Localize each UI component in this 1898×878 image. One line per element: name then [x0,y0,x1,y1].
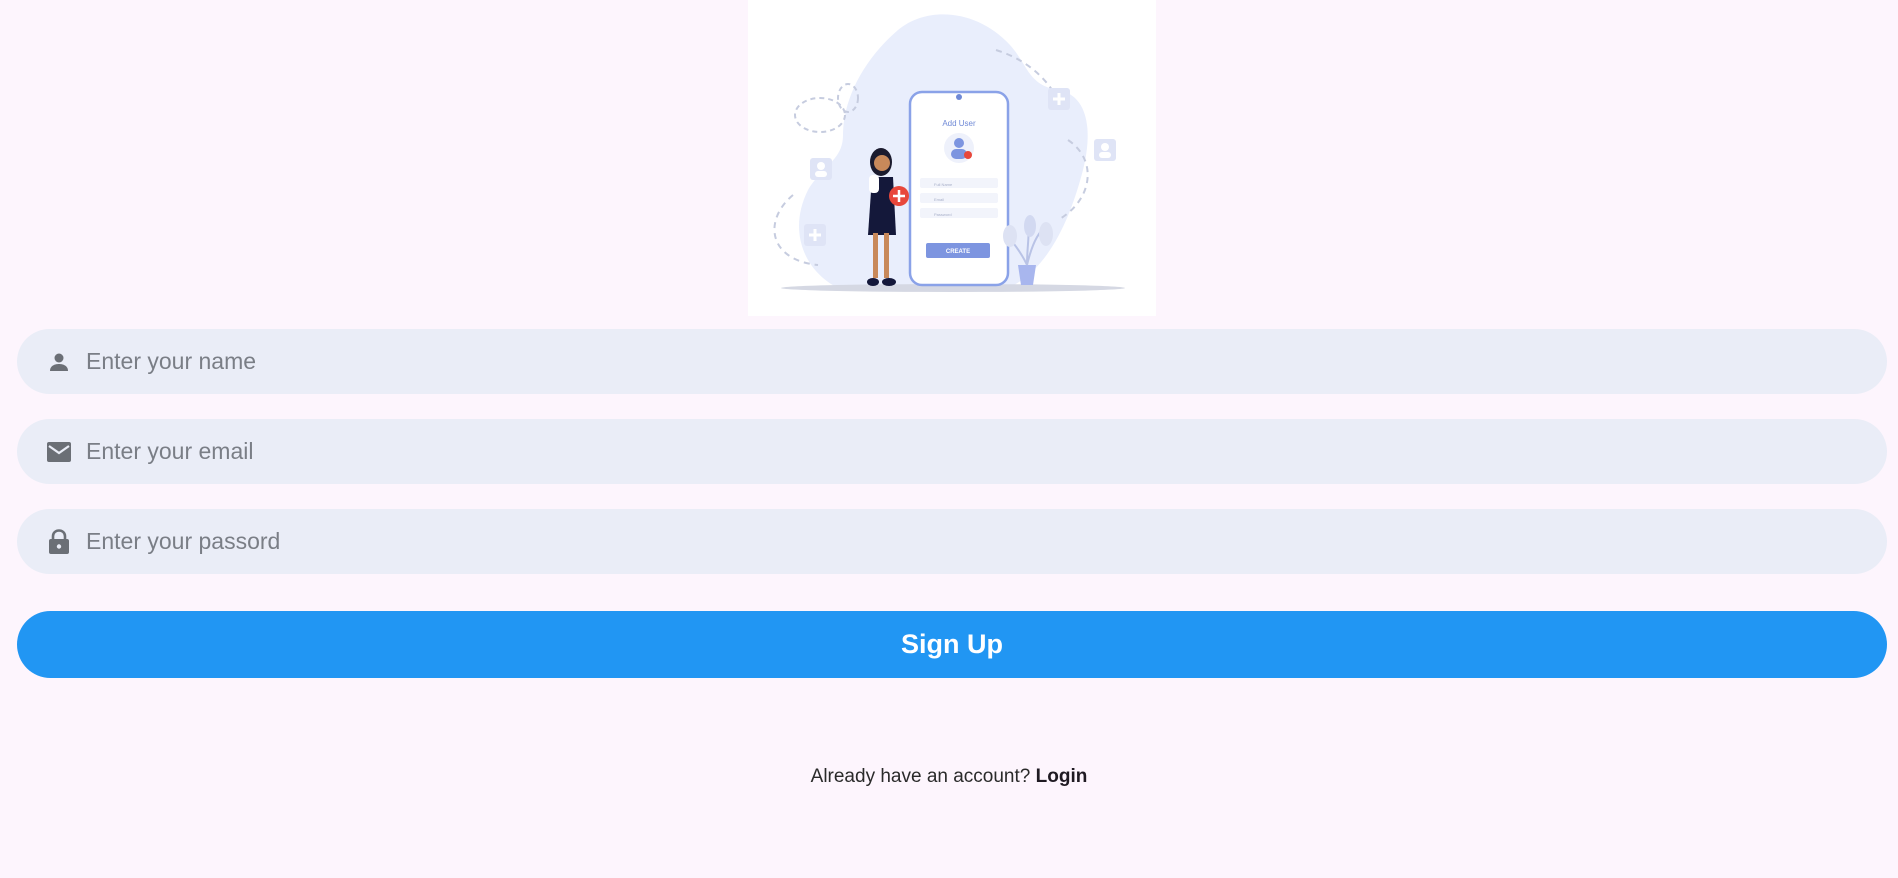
login-prompt: Already have an account? Login [0,766,1898,788]
signup-button[interactable]: Sign Up [17,611,1887,678]
email-field[interactable] [17,419,1887,484]
phone-field-email: Email [934,197,944,202]
email-input[interactable] [84,430,1887,473]
phone-create-button: CREATE [946,249,970,255]
name-field[interactable] [17,329,1887,394]
login-link[interactable]: Login [1036,766,1088,787]
password-field[interactable] [17,509,1887,574]
signup-illustration: Add User Full Name Email Password CREATE [748,0,1156,316]
lock-icon [45,528,73,556]
name-input[interactable] [84,340,1887,383]
login-prompt-text: Already have an account? [810,766,1036,787]
phone-field-password: Password [934,212,952,217]
phone-field-name: Full Name [934,182,953,187]
password-input[interactable] [84,520,1887,563]
phone-title: Add User [942,119,976,128]
person-icon [45,348,73,376]
mail-icon [45,438,73,466]
